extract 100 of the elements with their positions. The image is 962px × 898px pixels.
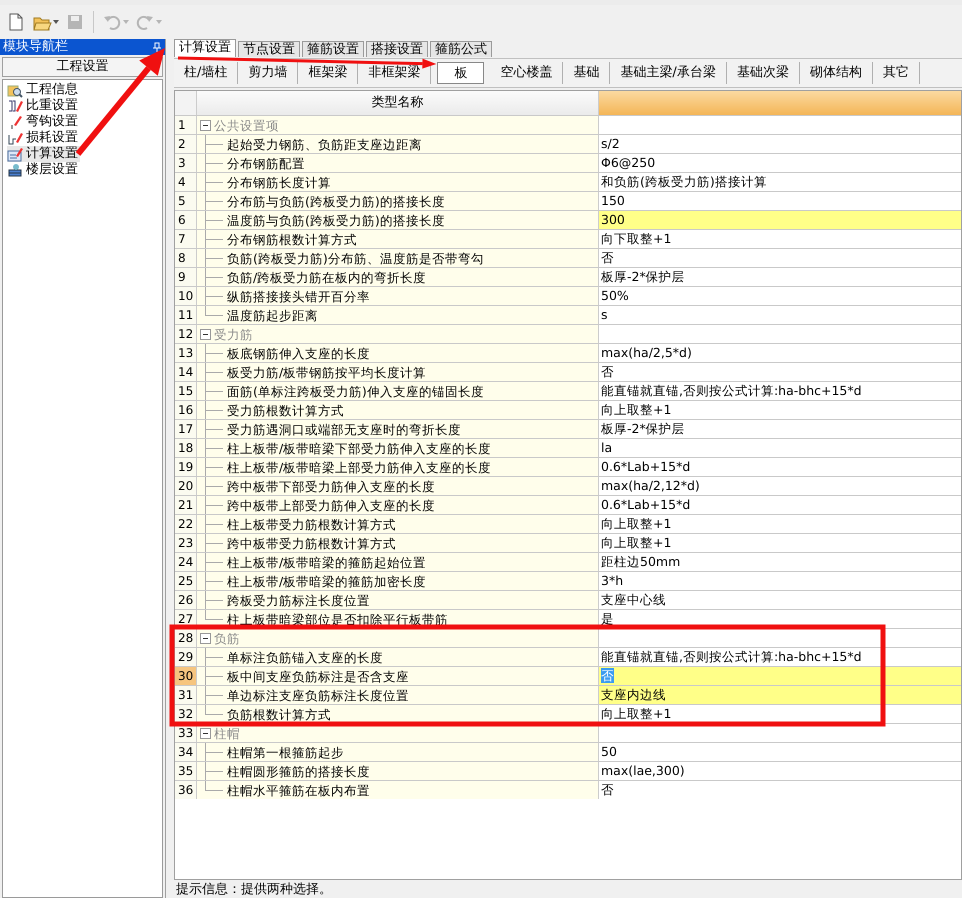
setting-value[interactable]: 支座中心线 (599, 591, 961, 609)
setting-value[interactable]: 板厚-2*保护层 (599, 268, 961, 286)
pin-icon[interactable] (152, 42, 162, 52)
sub-tab[interactable]: 板 (437, 62, 484, 84)
setting-value[interactable]: 能直锚就直锚,否则按公式计算:ha-bhc+15*d (599, 648, 961, 666)
nav-item[interactable]: 工程信息 (7, 82, 80, 98)
row-number: 5 (175, 192, 197, 210)
setting-name: 柱帽圆形箍筋的搭接长度 (227, 764, 370, 778)
nav-item[interactable]: 计算设置 (7, 146, 80, 162)
row-number: 32 (175, 705, 197, 723)
setting-name: 板中间支座负筋标注是否含支座 (227, 668, 409, 684)
setting-name: 柱上板带/板带暗梁的箍筋加密长度 (227, 574, 426, 588)
setting-name: 面筋(单标注跨板受力筋)伸入支座的锚固长度 (227, 384, 484, 398)
setting-value[interactable]: 否 (599, 781, 961, 799)
tab[interactable]: 搭接设置 (366, 41, 428, 57)
setting-value[interactable]: 300 (599, 211, 961, 229)
nav-item[interactable]: 弯钩设置 (7, 114, 80, 130)
setting-value[interactable]: la (599, 439, 961, 457)
setting-value[interactable]: 向上取整+1 (599, 705, 961, 723)
tab[interactable]: 计算设置 (174, 39, 236, 57)
row-number: 9 (175, 268, 197, 286)
sub-tab[interactable]: 砌体结构 (800, 62, 873, 84)
row-number: 7 (175, 230, 197, 248)
sub-tab[interactable]: 剪力墙 (238, 62, 298, 84)
setting-name: 跨中板带受力筋根数计算方式 (227, 536, 396, 550)
setting-name: 跨中板带下部受力筋伸入支座的长度 (227, 478, 435, 494)
setting-value[interactable]: 板厚-2*保护层 (599, 420, 961, 438)
setting-name: 温度筋起步距离 (227, 308, 318, 322)
setting-name: 分布钢筋长度计算 (227, 174, 331, 190)
row-number: 34 (175, 743, 197, 761)
setting-value[interactable]: 向上取整+1 (599, 515, 961, 533)
setting-value[interactable]: 和负筋(跨板受力筋)搭接计算 (599, 173, 961, 191)
row-number: 36 (175, 781, 197, 799)
collapse-icon[interactable] (200, 728, 211, 738)
setting-value[interactable]: Φ6@250 (599, 154, 961, 172)
stack-icon (7, 162, 23, 178)
sub-tab[interactable]: 基础 (563, 62, 610, 84)
group-name: 受力筋 (214, 326, 253, 342)
setting-name: 受力筋根数计算方式 (227, 402, 344, 418)
sub-tab[interactable]: 其它 (872, 62, 920, 84)
row-number: 19 (175, 458, 197, 476)
setting-name: 受力筋遇洞口或端部无支座时的弯折长度 (227, 422, 461, 436)
setting-value[interactable]: max(ha/2,12*d) (599, 477, 961, 495)
setting-value[interactable]: 0.6*Lab+15*d (599, 496, 961, 514)
row-number: 23 (175, 534, 197, 552)
setting-value[interactable]: 3*h (599, 572, 961, 590)
tab[interactable]: 箍筋公式 (430, 41, 492, 57)
setting-value[interactable]: 50 (599, 743, 961, 761)
sub-tab[interactable]: 基础主梁/承台梁 (610, 62, 727, 84)
row-number: 18 (175, 439, 197, 457)
row-number: 10 (175, 287, 197, 305)
setting-name: 分布筋与负筋(跨板受力筋)的搭接长度 (227, 194, 445, 208)
setting-name: 板受力筋/板带钢筋按平均长度计算 (227, 364, 426, 380)
nav-item[interactable]: 楼层设置 (7, 162, 80, 178)
sub-tab[interactable]: 基础次梁 (726, 62, 800, 84)
setting-value[interactable]: 向下取整+1 (599, 230, 961, 248)
row-number: 12 (175, 325, 197, 343)
setting-value[interactable]: s (599, 306, 961, 324)
save-icon (65, 12, 85, 32)
row-number: 22 (175, 515, 197, 533)
row-number: 30 (175, 667, 197, 685)
setting-name: 负筋根数计算方式 (227, 706, 331, 722)
row-number: 14 (175, 363, 197, 381)
row-number: 1 (175, 116, 197, 134)
setting-value[interactable]: 否 (599, 249, 961, 267)
nav-item[interactable]: 损耗设置 (7, 130, 80, 146)
setting-value[interactable]: 0.6*Lab+15*d (599, 458, 961, 476)
collapse-icon[interactable] (200, 632, 211, 644)
sub-tab[interactable]: 空心楼盖 (490, 62, 564, 84)
collapse-icon[interactable] (200, 328, 211, 340)
row-number: 11 (175, 306, 197, 324)
tab[interactable]: 节点设置 (238, 41, 300, 57)
row-number: 6 (175, 211, 197, 229)
setting-name: 柱帽水平箍筋在板内布置 (227, 782, 370, 798)
setting-value[interactable]: 向上取整+1 (599, 534, 961, 552)
setting-value[interactable]: 距柱边50mm (599, 553, 961, 571)
setting-value[interactable]: 是 (599, 610, 961, 628)
tab[interactable]: 箍筋设置 (302, 41, 364, 57)
setting-value[interactable]: s/2 (599, 135, 961, 153)
pencil-icon (7, 98, 23, 114)
setting-value[interactable]: 50% (599, 287, 961, 305)
row-number: 31 (175, 686, 197, 704)
setting-value[interactable]: 否 (599, 363, 961, 381)
setting-value[interactable]: 150 (599, 192, 961, 210)
row-number: 28 (175, 629, 197, 647)
setting-name: 柱上板带/板带暗梁的箍筋起始位置 (227, 554, 426, 570)
collapse-icon[interactable] (200, 120, 211, 130)
row-number: 2 (175, 135, 197, 153)
form-pencil-icon (7, 146, 23, 162)
row-number: 24 (175, 553, 197, 571)
setting-value[interactable]: 支座内边线 (599, 686, 961, 704)
nav-item[interactable]: 比重设置 (7, 98, 80, 114)
setting-name: 单标注负筋锚入支座的长度 (227, 650, 383, 664)
sub-tab[interactable]: 框架梁 (298, 62, 358, 84)
setting-value[interactable]: max(lae,300) (599, 762, 961, 780)
setting-value[interactable]: max(ha/2,5*d) (599, 344, 961, 362)
setting-value[interactable]: 能直锚就直锚,否则按公式计算:ha-bhc+15*d (599, 382, 961, 400)
setting-name: 板底钢筋伸入支座的长度 (227, 346, 370, 360)
setting-value[interactable]: 向上取整+1 (599, 401, 961, 419)
sub-tab[interactable]: 柱/墙柱 (174, 62, 238, 84)
